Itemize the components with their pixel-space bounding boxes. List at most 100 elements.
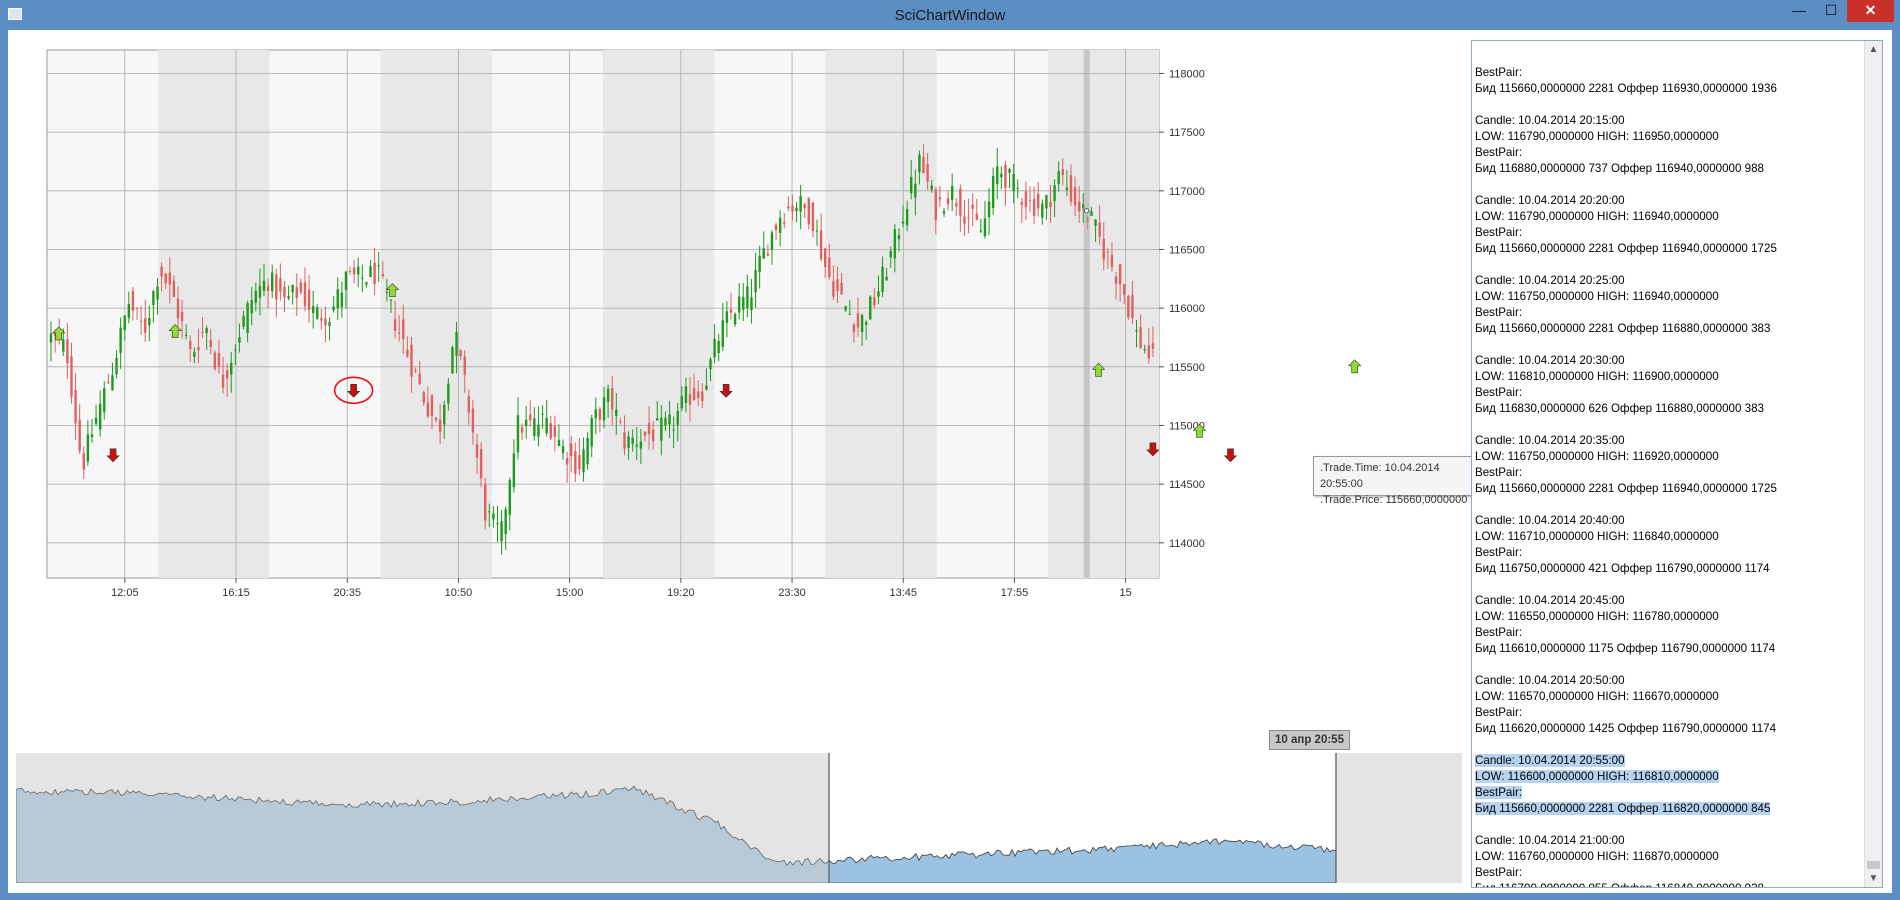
log-entry[interactable]: Candle: 10.04.2014 20:40:00 LOW: 116710,0… (1475, 513, 1860, 577)
title-bar[interactable]: SciChartWindow — ☐ ✕ (0, 0, 1900, 30)
candle-body (795, 207, 798, 212)
candlestick-chart-svg[interactable]: 12:05 16:15 20:35 10:50 15:00 19:20 23:30 13:45… (16, 40, 1470, 740)
candle-body (819, 230, 823, 260)
y-tick-label: 117000 (1169, 186, 1205, 198)
log-entry[interactable]: Candle: 10.04.2014 20:25:00 LOW: 116750,0… (1475, 273, 1860, 337)
candle-body (967, 217, 970, 219)
log-entry[interactable]: BestPair: Бид 115660,0000000 2281 Оффер 1… (1475, 41, 1860, 97)
candle-body (467, 396, 471, 413)
scroll-thumb[interactable] (1867, 861, 1880, 869)
log-candle-text: Candle: 10.04.2014 20:50:00 (1475, 674, 1625, 687)
candle-body (397, 332, 401, 334)
log-entry[interactable]: Candle: 10.04.2014 20:50:00 LOW: 116570,0… (1475, 673, 1860, 737)
log-candle-text: Candle: 10.04.2014 20:45:00 (1475, 594, 1625, 607)
minimize-button[interactable]: — (1783, 0, 1815, 22)
scroll-up-arrow-icon[interactable]: ▲ (1865, 41, 1882, 58)
candle-body (332, 306, 335, 311)
candle-body (709, 359, 712, 370)
candle-body (893, 229, 897, 259)
log-entry[interactable]: Candle: 10.04.2014 20:55:00 LOW: 116600,0… (1475, 753, 1860, 817)
log-lowhigh-line: LOW: 116710,0000000 HIGH: 116840,0000000 (1475, 529, 1860, 545)
candle-body (647, 422, 651, 435)
candle-body (49, 333, 53, 343)
candle-body (479, 449, 483, 479)
log-bid-line: Бид 115660,0000000 2281 Оффер 116880,000… (1475, 321, 1860, 337)
candle-body (144, 318, 147, 333)
log-bid-line: Бид 116790,0000000 955 Оффер 116840,0000… (1475, 881, 1860, 887)
grid-band (603, 50, 715, 578)
log-lowhigh-text: LOW: 116570,0000000 HIGH: 116670,0000000 (1475, 690, 1719, 703)
candle-body (291, 284, 294, 293)
log-bid-text: Бид 115660,0000000 2281 Оффер 116930,000… (1475, 82, 1777, 95)
candle-body (1069, 175, 1073, 202)
candle-body (1114, 276, 1118, 284)
candle-body (430, 395, 434, 416)
candle-body (438, 419, 442, 432)
log-entry[interactable]: Candle: 10.04.2014 20:30:00 LOW: 116810,0… (1475, 353, 1860, 417)
candle-body (864, 321, 868, 325)
candle-body (1131, 294, 1134, 319)
candle-log-panel[interactable]: BestPair: Бид 115660,0000000 2281 Оффер 1… (1471, 40, 1883, 888)
log-bestpair-text: BestPair: (1475, 226, 1523, 239)
candle-body (1094, 219, 1097, 226)
log-lowhigh-text: LOW: 116810,0000000 HIGH: 116900,0000000 (1475, 370, 1719, 383)
candle-body (762, 248, 765, 259)
log-scrollbar[interactable]: ▲ ▼ (1864, 41, 1882, 887)
log-entry[interactable]: Candle: 10.04.2014 21:00:00 LOW: 116760,0… (1475, 833, 1860, 887)
candle-body (389, 299, 393, 301)
crosshair-vertical (1083, 50, 1090, 578)
candle-body (484, 483, 487, 521)
candle-body (557, 440, 561, 446)
candle-body (184, 335, 188, 337)
navigator-svg[interactable] (15, 753, 1462, 884)
x-tick-label: 23:30 (778, 587, 806, 599)
candle-body (688, 394, 692, 405)
candle-body (524, 419, 528, 427)
scroll-down-arrow-icon[interactable]: ▼ (1865, 870, 1882, 887)
candle-body (1135, 330, 1138, 332)
candle-body (1024, 191, 1028, 208)
close-button[interactable]: ✕ (1847, 0, 1894, 22)
log-lowhigh-line (1475, 49, 1860, 65)
candle-body (590, 418, 593, 447)
log-lowhigh-text: LOW: 116750,0000000 HIGH: 116920,0000000 (1475, 450, 1719, 463)
candle-body (213, 352, 217, 369)
candle-body (758, 255, 761, 272)
log-bestpair-line: BestPair: (1475, 785, 1860, 801)
y-tick-label: 116500 (1169, 244, 1205, 256)
candle-body (668, 414, 671, 425)
candle-body (824, 248, 827, 268)
candle-body (504, 509, 507, 535)
candle-body (787, 206, 790, 209)
log-bestpair-line: BestPair: (1475, 65, 1860, 81)
candle-body (610, 388, 614, 410)
y-tick-label: 115500 (1169, 362, 1205, 374)
candle-body (475, 444, 479, 458)
candle-body (623, 432, 626, 449)
price-chart[interactable]: 12:05 16:15 20:35 10:50 15:00 19:20 23:30 13:45… (16, 40, 1470, 740)
candle-body (283, 286, 286, 298)
candle-body (496, 523, 499, 525)
log-lowhigh-text: LOW: 116790,0000000 HIGH: 116950,0000000 (1475, 130, 1719, 143)
log-candle-text: Candle: 10.04.2014 20:15:00 (1475, 114, 1625, 127)
x-tick-label: 17:55 (1001, 587, 1029, 599)
candle-body (160, 266, 163, 277)
candle-body (103, 388, 106, 413)
log-entry[interactable]: Candle: 10.04.2014 20:20:00 LOW: 116790,0… (1475, 193, 1860, 257)
buy-arrow-icon (1347, 359, 1362, 374)
candle-body (340, 292, 344, 308)
chart-navigator[interactable] (15, 753, 1462, 884)
log-entry[interactable]: Candle: 10.04.2014 20:45:00 LOW: 116550,0… (1475, 593, 1860, 657)
candle-body (1000, 173, 1003, 178)
candle-body (205, 328, 208, 334)
candle-body (197, 346, 200, 351)
candle-body (1057, 171, 1060, 185)
candle-body (148, 318, 151, 326)
candle-body (889, 251, 892, 258)
candle-body (422, 392, 425, 403)
crosshair-x-label: 10 апр 20:55 (1269, 730, 1350, 750)
maximize-button[interactable]: ☐ (1815, 0, 1847, 22)
log-entry[interactable]: Candle: 10.04.2014 20:15:00 LOW: 116790,0… (1475, 113, 1860, 177)
log-entry[interactable]: Candle: 10.04.2014 20:35:00 LOW: 116750,0… (1475, 433, 1860, 497)
log-bid-text: Бид 116830,0000000 626 Оффер 116880,0000… (1475, 402, 1764, 415)
